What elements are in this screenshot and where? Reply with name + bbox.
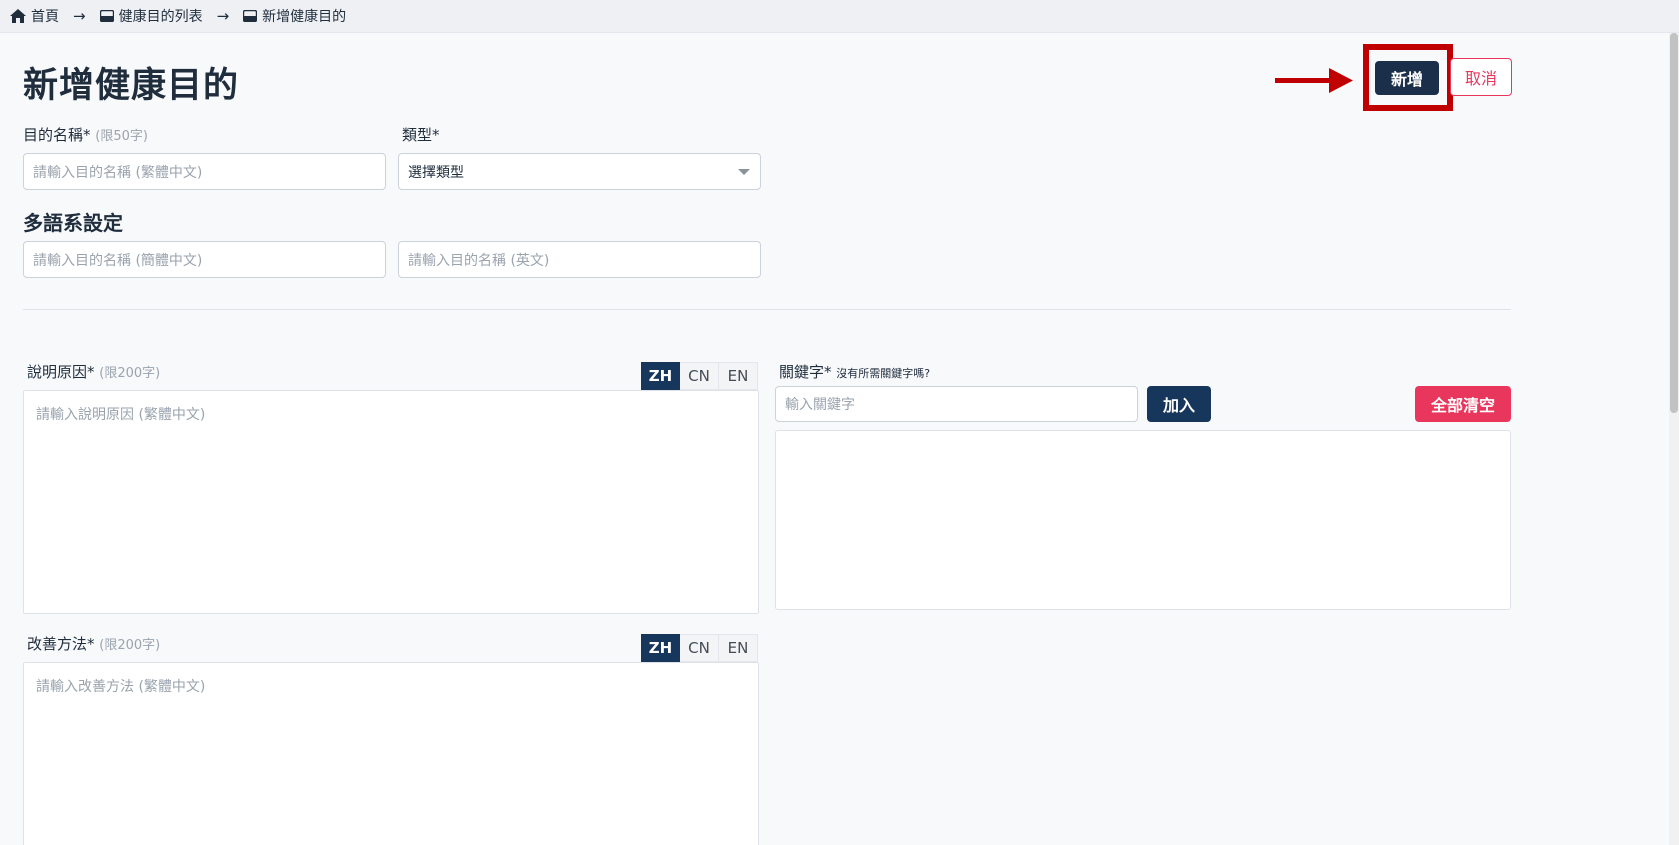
method-label-text: 改善方法* [27,635,95,653]
keyword-list [775,430,1511,610]
keyword-input[interactable]: 輸入關鍵字 [775,386,1138,422]
inbox-icon [243,10,258,22]
method-tab-cn[interactable]: CN [680,634,719,662]
page-title: 新增健康目的 [23,66,240,106]
name-zh-tw-input[interactable]: 請輸入目的名稱 (繁體中文) [23,153,386,190]
breadcrumb-current: 新增健康目的 [243,6,346,26]
name-zh-cn-placeholder: 請輸入目的名稱 (簡體中文) [33,252,203,269]
keyword-label: 關鍵字* 沒有所需關鍵字嗎? [779,361,930,382]
breadcrumb-current-label: 新增健康目的 [262,9,347,25]
reason-lang-tabs: ZH CN EN [641,362,758,390]
keyword-help-link[interactable]: 沒有所需關鍵字嗎? [836,367,930,380]
breadcrumb-separator: → [73,7,86,25]
reason-limit-hint: (限200字) [99,366,161,381]
scrollbar-thumb[interactable] [1670,33,1678,413]
clear-all-keywords-button[interactable]: 全部清空 [1415,386,1511,422]
reason-placeholder: 請輸入說明原因 (繁體中文) [36,407,206,423]
reason-tab-en[interactable]: EN [719,362,758,390]
breadcrumb-home-label: 首頁 [31,9,59,25]
method-label: 改善方法* (限200字) [27,633,160,654]
breadcrumb: 首頁 → 健康目的列表 → 新增健康目的 [0,0,1679,33]
method-limit-hint: (限200字) [99,638,161,653]
name-label-text: 目的名稱* [23,126,91,144]
method-lang-tabs: ZH CN EN [641,634,758,662]
home-icon [10,9,26,23]
caret-down-icon [738,168,750,175]
reason-textarea[interactable]: 請輸入說明原因 (繁體中文) [23,390,759,614]
name-label: 目的名稱* (限50字) [23,124,148,145]
name-zh-cn-input[interactable]: 請輸入目的名稱 (簡體中文) [23,241,386,278]
method-tab-en[interactable]: EN [719,634,758,662]
method-placeholder: 請輸入改善方法 (繁體中文) [36,679,206,695]
name-en-placeholder: 請輸入目的名稱 (英文) [408,252,550,269]
type-select-value: 選擇類型 [408,164,464,181]
multilang-section-title: 多語系設定 [23,211,123,235]
add-button[interactable]: 新增 [1375,61,1439,95]
keyword-label-text: 關鍵字* [779,363,832,381]
reason-tab-zh[interactable]: ZH [641,362,680,390]
reason-label-text: 說明原因* [27,363,95,381]
reason-tab-cn[interactable]: CN [680,362,719,390]
method-textarea[interactable]: 請輸入改善方法 (繁體中文) [23,662,759,845]
section-divider [23,309,1511,310]
keyword-placeholder: 輸入關鍵字 [785,397,855,413]
breadcrumb-list[interactable]: 健康目的列表 [99,6,203,26]
breadcrumb-separator: → [216,7,230,25]
name-en-input[interactable]: 請輸入目的名稱 (英文) [398,241,761,278]
cancel-button[interactable]: 取消 [1450,58,1512,96]
type-select[interactable]: 選擇類型 [398,153,761,190]
annotation-arrow-icon [1275,68,1353,93]
type-label: 類型* [402,126,440,144]
add-keyword-button[interactable]: 加入 [1147,386,1211,422]
breadcrumb-list-label: 健康目的列表 [118,9,203,25]
reason-label: 說明原因* (限200字) [27,361,160,382]
method-tab-zh[interactable]: ZH [641,634,680,662]
breadcrumb-home[interactable]: 首頁 [10,6,59,26]
inbox-icon [99,10,114,22]
name-limit-hint: (限50字) [95,129,148,144]
name-zh-tw-placeholder: 請輸入目的名稱 (繁體中文) [33,164,203,181]
